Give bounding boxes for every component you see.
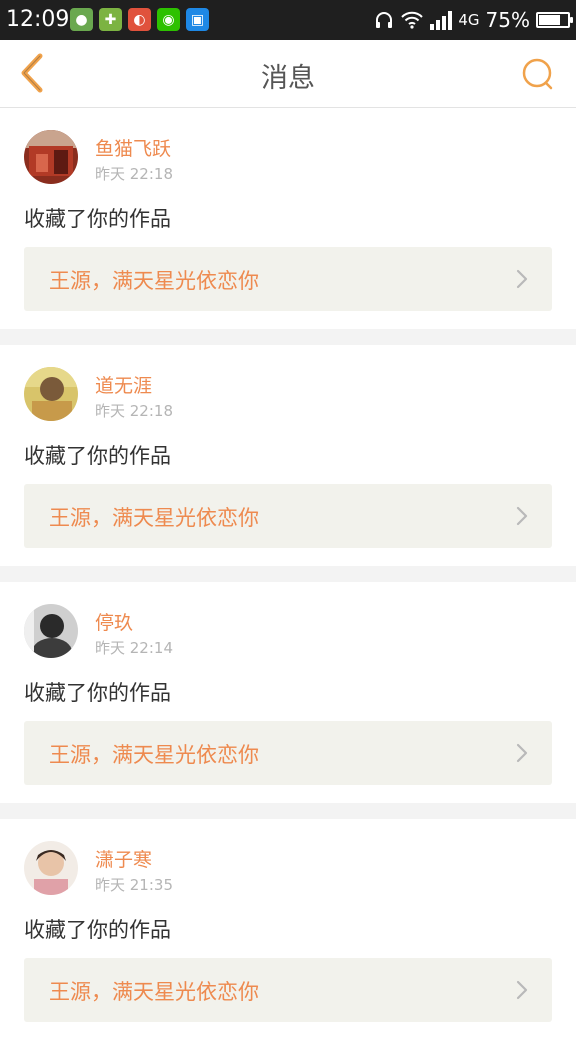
scan-app-icon: ▣ [186,8,209,31]
game-app-icon: ◐ [128,8,151,31]
signal-icon [430,10,453,30]
avatar[interactable] [24,841,78,895]
message-list[interactable]: 鱼猫飞跃 昨天 22:18 收藏了你的作品 王源，满天星光依恋你 道无涯 昨天 … [0,108,576,1040]
message-card: 鱼猫飞跃 昨天 22:18 收藏了你的作品 王源，满天星光依恋你 [0,108,576,329]
chevron-right-icon [516,506,528,526]
work-link[interactable]: 王源，满天星光依恋你 [24,721,552,785]
wifi-icon [401,11,424,29]
status-bar: 12:09 ● ✚ ◐ ◉ ▣ 4G 75% [0,0,576,40]
chevron-right-icon [516,269,528,289]
search-icon [522,58,553,90]
green-app-icon: ● [70,8,93,31]
message-card: 停玖 昨天 22:14 收藏了你的作品 王源，满天星光依恋你 [0,582,576,803]
notification-icons: ● ✚ ◐ ◉ ▣ [70,8,209,31]
avatar[interactable] [24,367,78,421]
action-text: 收藏了你的作品 [24,918,171,942]
status-right: 4G 75% [374,7,573,33]
work-title: 王源，满天星光依恋你 [49,269,259,293]
wechat-icon: ◉ [157,8,180,31]
work-title: 王源，满天星光依恋你 [49,980,259,1004]
chevron-right-icon [516,980,528,1000]
action-text: 收藏了你的作品 [24,207,171,231]
divider [0,803,576,819]
header-bar: 消息 [0,40,576,108]
work-link[interactable]: 王源，满天星光依恋你 [24,484,552,548]
timestamp: 昨天 22:18 [95,402,173,420]
timestamp: 昨天 22:14 [95,639,173,657]
message-card: 潇子寒 昨天 21:35 收藏了你的作品 王源，满天星光依恋你 [0,819,576,1040]
avatar[interactable] [24,130,78,184]
username[interactable]: 鱼猫飞跃 [95,134,171,161]
network-type: 4G [458,11,480,29]
battery-icon [536,12,573,28]
status-time: 12:09 [6,7,70,32]
username[interactable]: 潇子寒 [95,845,152,872]
timestamp: 昨天 21:35 [95,876,173,894]
headphones-icon [376,12,393,28]
username[interactable]: 道无涯 [95,371,152,398]
battery-percent: 75% [485,8,530,32]
message-card: 道无涯 昨天 22:18 收藏了你的作品 王源，满天星光依恋你 [0,345,576,566]
work-link[interactable]: 王源，满天星光依恋你 [24,247,552,311]
avatar[interactable] [24,604,78,658]
action-text: 收藏了你的作品 [24,444,171,468]
timestamp: 昨天 22:18 [95,165,173,183]
chevron-right-icon [516,743,528,763]
plus-app-icon: ✚ [99,8,122,31]
page-title: 消息 [261,63,315,94]
work-title: 王源，满天星光依恋你 [49,743,259,767]
search-button[interactable] [518,54,558,94]
username[interactable]: 停玖 [95,608,133,635]
divider [0,566,576,582]
divider [0,329,576,345]
work-link[interactable]: 王源，满天星光依恋你 [24,958,552,1022]
work-title: 王源，满天星光依恋你 [49,506,259,530]
action-text: 收藏了你的作品 [24,681,171,705]
